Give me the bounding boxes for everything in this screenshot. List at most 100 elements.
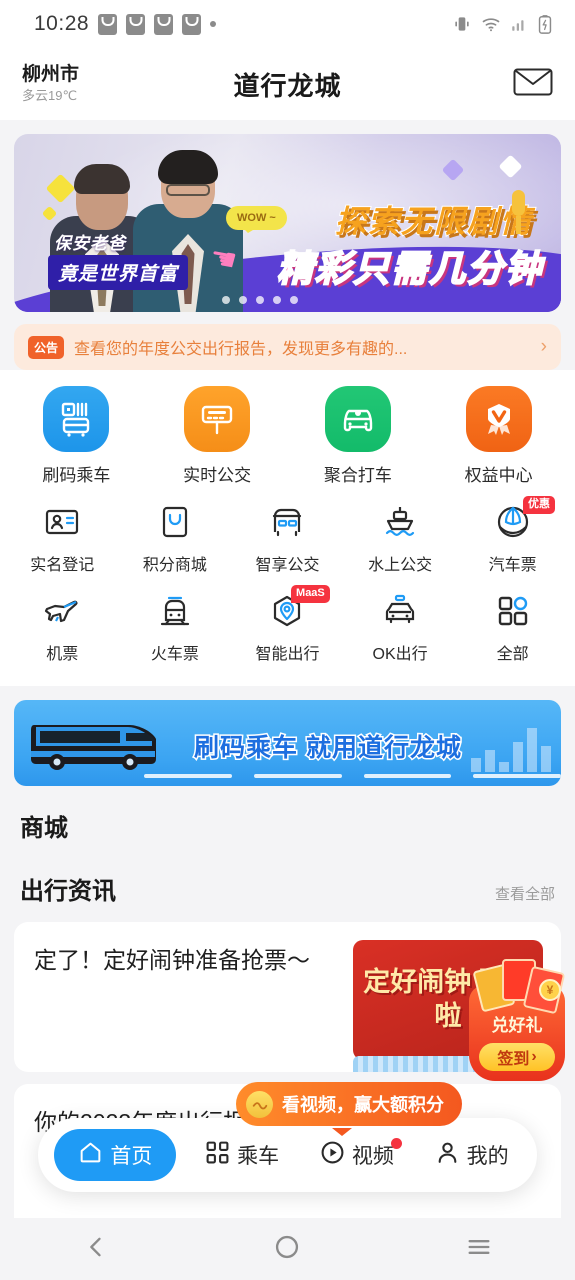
section-header-news: 出行资讯 查看全部 (0, 849, 575, 912)
checkin-button-label: 签到 (497, 1051, 530, 1068)
recents-icon[interactable] (465, 1233, 493, 1266)
notification-icon (98, 13, 118, 35)
quick-action-label: 实时公交 (183, 466, 252, 485)
app-screen: 10:28 柳州市 多云19℃ 道行龙城 保安老爸 竟是世界首富 WOW ~ ☚… (0, 0, 575, 1280)
home-circle-icon[interactable] (273, 1233, 301, 1266)
bus-promo-banner[interactable]: 刷码乘车 就用道行龙城 (14, 700, 561, 786)
nav-item-label: 我的 (466, 1145, 509, 1168)
checkin-gift-widget[interactable]: ¥ 兑好礼 签到 › (469, 959, 566, 1081)
quick-action-shuama-chengche[interactable]: 刷码乘车 (6, 386, 147, 500)
microphone-icon (512, 190, 525, 234)
coin-icon: ¥ (539, 979, 561, 1001)
city-selector[interactable]: 柳州市 多云19℃ (22, 64, 79, 104)
weather-text: 多云19℃ (22, 87, 78, 103)
person-icon (435, 1140, 460, 1170)
city-name: 柳州市 (22, 64, 80, 86)
qr-ride-icon (205, 1140, 230, 1170)
gift-widget-label: 兑好礼 (491, 1016, 543, 1035)
nav-item-home[interactable]: 首页 (54, 1129, 177, 1181)
city-skyline-decoration (471, 728, 551, 772)
gift-pocket: ¥ 兑好礼 签到 › (469, 959, 566, 1081)
train-icon (153, 589, 197, 633)
quick-action-label: 汽车票 (488, 557, 537, 574)
announcement-badge: 公告 (28, 335, 65, 359)
quick-action-label: 权益中心 (464, 466, 533, 485)
signal-icon (510, 15, 528, 33)
bottom-navigation: 首页 乘车 视频 我的 (38, 1118, 537, 1192)
nav-item-label: 首页 (110, 1145, 153, 1168)
chevron-right-icon: › (531, 1048, 537, 1065)
section-title-news: 出行资讯 (20, 878, 116, 905)
notification-dot (390, 1138, 402, 1149)
announcement-bar[interactable]: 公告 查看您的年度公交出行报告，发现更多有趣的... › (14, 324, 561, 370)
quick-action-shishi-gongjiao[interactable]: 实时公交 (147, 386, 288, 500)
quick-actions-row-1: 刷码乘车 实时公交 聚合打车 权益中心 (6, 386, 569, 500)
quick-action-shiming-dengji[interactable]: 实名登记 (6, 500, 119, 589)
system-navigation-bar (0, 1218, 575, 1280)
nav-item-label: 乘车 (237, 1145, 280, 1168)
play-circle-icon (320, 1140, 345, 1170)
quick-action-quanyi-zhongxin[interactable]: 权益中心 (428, 386, 569, 500)
quick-action-shuishang-gongjiao[interactable]: 水上公交 (344, 500, 457, 589)
banner-slide[interactable]: 保安老爸 竟是世界首富 WOW ~ ☚ 探索无限剧情 精彩只需几分钟 (14, 134, 561, 312)
quick-action-jifen-shangcheng[interactable]: 积分商城 (119, 500, 232, 589)
section-title-mall: 商城 (20, 815, 68, 842)
quick-action-zhixiang-gongjiao[interactable]: 智享公交 (231, 500, 344, 589)
status-bar-right (452, 14, 553, 34)
medal-icon (465, 386, 532, 452)
smart-bus-icon (265, 500, 309, 544)
nav-item-ride[interactable]: 乘车 (193, 1130, 291, 1180)
app-header: 柳州市 多云19℃ 道行龙城 (0, 48, 575, 120)
back-icon[interactable] (82, 1233, 110, 1266)
quick-action-label: OK出行 (372, 646, 428, 663)
quick-action-zhineng-chuxing[interactable]: MaaS 智能出行 (231, 585, 344, 678)
nav-item-label: 视频 (351, 1145, 394, 1168)
id-card-icon (40, 500, 84, 544)
chevron-right-icon[interactable]: › (541, 336, 547, 358)
vibrate-icon (452, 14, 472, 34)
quick-action-juhe-dache[interactable]: 聚合打车 (288, 386, 429, 500)
notification-icon (126, 13, 146, 35)
tooltip-text: 看视频，赢大额积分 (282, 1095, 444, 1115)
home-icon (78, 1140, 103, 1170)
status-bar-left: 10:28 (34, 12, 217, 36)
quick-action-huochepiao[interactable]: 火车票 (119, 589, 232, 678)
nav-item-video[interactable]: 视频 (308, 1130, 406, 1180)
banner-headline-2: 精彩只需几分钟 (276, 247, 543, 290)
quick-action-label: 火车票 (150, 646, 199, 663)
points-mall-icon (153, 500, 197, 544)
banner-tag-line2: 竟是世界首富 (48, 255, 189, 290)
carousel-dots[interactable] (222, 296, 298, 304)
blue-bus-illustration (30, 715, 160, 776)
nav-item-mine[interactable]: 我的 (423, 1130, 521, 1180)
quick-action-jipiao[interactable]: 机票 (6, 589, 119, 678)
ferry-icon (378, 500, 422, 544)
qr-bus-icon (43, 386, 110, 452)
notification-icon (154, 13, 174, 35)
view-all-link[interactable]: 查看全部 (495, 883, 575, 904)
taxi-icon (378, 589, 422, 633)
announcement-text: 查看您的年度公交出行报告，发现更多有趣的... (74, 341, 408, 358)
mail-icon[interactable] (513, 67, 553, 102)
bus-stop-sign-icon (184, 386, 251, 452)
checkin-button[interactable]: 签到 › (479, 1043, 555, 1071)
status-bar: 10:28 (0, 0, 575, 48)
discount-badge: 优惠 (522, 496, 555, 514)
announcement-bar-wrap: 公告 查看您的年度公交出行报告，发现更多有趣的... › (0, 312, 575, 370)
quick-action-label: 机票 (46, 646, 79, 663)
quick-action-quanbu[interactable]: 全部 (456, 589, 569, 678)
airplane-icon (40, 589, 84, 633)
quick-action-ok-chuxing[interactable]: OK出行 (344, 589, 457, 678)
quick-actions-row-2: 实名登记 积分商城 智享公交 水上公交 优惠 汽车票 (6, 496, 569, 589)
quick-actions-grid: 刷码乘车 实时公交 聚合打车 权益中心 实名登记 积分商城 智享公交 水上公交 … (0, 370, 575, 686)
banner-tag-line1: 保安老爸 (54, 234, 126, 253)
video-points-tooltip[interactable]: 看视频，赢大额积分 (236, 1082, 462, 1136)
car-icon (324, 386, 391, 452)
coin-icon (246, 1090, 273, 1118)
banner-carousel[interactable]: 保安老爸 竟是世界首富 WOW ~ ☚ 探索无限剧情 精彩只需几分钟 (0, 120, 575, 312)
quick-action-qichepiao[interactable]: 优惠 汽车票 (456, 496, 569, 589)
notification-icon (182, 13, 202, 35)
quick-action-label: 积分商城 (142, 557, 207, 574)
status-time: 10:28 (34, 12, 90, 35)
dot-indicator (210, 21, 217, 27)
